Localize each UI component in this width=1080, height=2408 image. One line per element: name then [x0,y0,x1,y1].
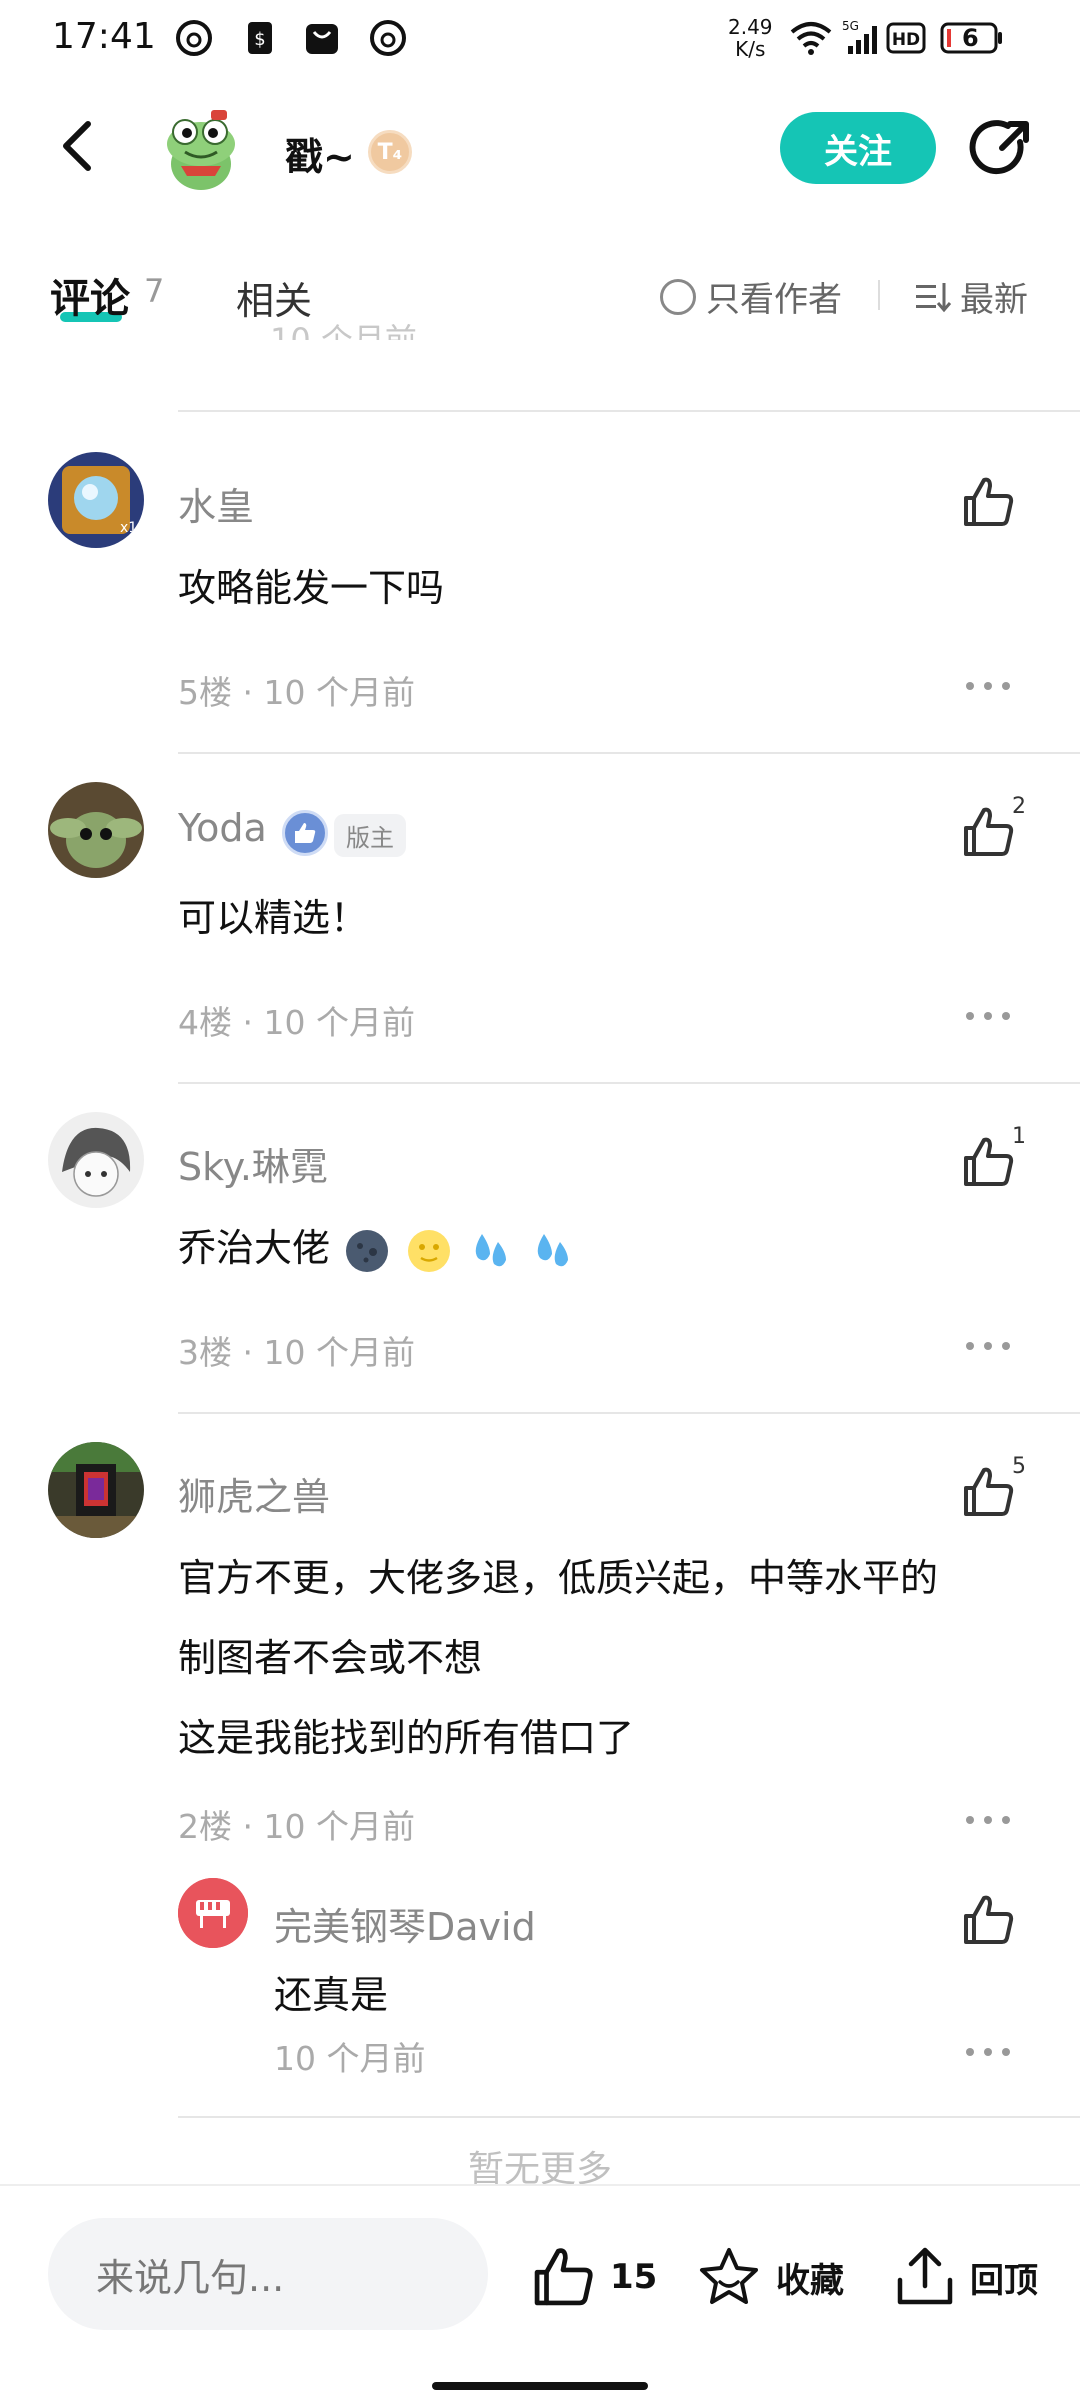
divider [178,410,1080,412]
sort-latest[interactable]: 最新 [914,272,1028,321]
comment-username[interactable]: Sky.琳霓 [178,1136,328,1191]
back-arrow-icon[interactable] [50,116,110,176]
svg-text:5G: 5G [842,19,859,33]
user-avatar[interactable] [48,782,144,878]
divider [178,752,1080,754]
author-avatar[interactable] [155,104,247,196]
speed-unit: K/s [735,37,766,61]
only-author-filter[interactable]: 只看作者 [660,272,842,321]
back-to-top-label: 回顶 [970,2260,1038,2301]
reply-more-options-icon[interactable] [966,2048,1010,2060]
author-name[interactable]: 戳~ [285,126,355,181]
status-bar: 17:41 $ 2.49 K/s 5G HD 6 [0,0,1080,80]
sort-label: 最新 [960,280,1028,320]
favorite-button[interactable]: 收藏 [696,2242,844,2312]
tab-comments-count: 7 [144,272,165,310]
comment-meta: 5楼 · 10 个月前 [178,673,415,712]
more-options-icon[interactable] [966,1816,1010,1828]
like-icon[interactable] [960,804,1016,860]
divider [178,1082,1080,1084]
new-moon-face-emoji-icon [346,1229,389,1272]
favorite-label: 收藏 [776,2260,844,2301]
netease-music-icon [176,20,212,56]
like-count: 5 [1012,1454,1026,1479]
reply-username[interactable]: 完美钢琴David [274,1896,536,1951]
thumbs-up-icon [534,2248,593,2306]
previous-comment-meta: 10 个月前 [270,321,417,340]
speed-value: 2.49 [728,15,773,39]
like-count: 1 [1012,1124,1026,1149]
network-speed: 2.49 K/s [728,16,773,60]
radio-circle-icon [660,278,696,315]
tab-comments[interactable]: 评论 [50,266,130,324]
bottom-action-bar: 来说几句... 15 收藏 回顶 [0,2184,1080,2334]
moderator-thumb-icon [282,810,328,856]
sweat-droplets-emoji-icon [538,1233,569,1266]
comment-text-line: 官方不更，大佬多退，低质兴起，中等水平的 [178,1556,939,1600]
reply-text: 还真是 [274,1973,389,2017]
home-indicator[interactable] [432,2382,648,2390]
sweat-droplets-emoji-icon [476,1233,507,1266]
hd-icon: HD [886,22,926,54]
svg-text:HD: HD [892,30,920,50]
only-author-label: 只看作者 [706,280,842,320]
comment-username[interactable]: 水皇 [178,476,254,531]
like-icon[interactable] [960,1134,1016,1190]
like-icon[interactable] [960,474,1016,530]
netease-music-icon [370,20,406,56]
wifi-icon [790,22,832,55]
more-options-icon[interactable] [966,1342,1010,1354]
comment-meta: 2楼 · 10 个月前 [178,1807,415,1846]
reply-user-avatar[interactable] [178,1878,248,1948]
more-options-icon[interactable] [966,1012,1010,1024]
comment-meta: 4楼 · 10 个月前 [178,1003,415,1042]
star-icon [700,2248,758,2304]
comment-text-line: 制图者不会或不想 [178,1636,483,1680]
like-post-button[interactable]: 15 [530,2242,657,2312]
level-badge: T₄ [368,130,412,174]
like-count: 2 [1012,794,1026,819]
comment-tabs: 评论 7 相关 只看作者 最新 [0,250,1080,340]
comment-username[interactable]: Yoda [178,806,267,850]
full-moon-face-emoji-icon [408,1229,451,1272]
shopping-bag-icon [306,24,338,54]
back-to-top-button[interactable]: 回顶 [894,2242,1038,2312]
reply-meta: 10 个月前 [274,2039,426,2078]
battery-level: 6 [962,24,979,52]
filter-separator [878,280,880,310]
share-icon[interactable] [968,116,1034,182]
svg-text:x1: x1 [120,520,137,536]
comment-username[interactable]: 狮虎之兽 [178,1466,330,1521]
comment-text: 可以精选！ [178,896,369,940]
comment-meta: 3楼 · 10 个月前 [178,1333,415,1372]
svg-text:$: $ [254,29,265,50]
like-icon[interactable] [960,1464,1016,1520]
comment-text-line: 这是我能找到的所有借口了 [178,1716,635,1760]
comment-text: 乔治大佬 [178,1208,578,1288]
user-avatar[interactable]: x1 [48,452,144,548]
reply-like-icon[interactable] [960,1892,1016,1948]
more-options-icon[interactable] [966,682,1010,694]
user-avatar[interactable] [48,1112,144,1208]
comment-input[interactable]: 来说几句... [48,2218,488,2330]
upload-arrow-icon [897,2247,953,2305]
comment-text-content: 乔治大佬 [178,1226,331,1270]
divider [178,2116,1080,2118]
divider [178,1412,1080,1414]
comment-text: 攻略能发一下吗 [178,566,445,610]
wallet-icon: $ [248,22,272,54]
moderator-badge: 版主 [334,814,406,857]
signal-5g-icon: 5G [842,19,877,54]
user-avatar[interactable] [48,1442,144,1538]
top-bar: 戳~ T₄ 关注 [0,90,1080,210]
like-post-count: 15 [610,2257,658,2297]
follow-button[interactable]: 关注 [780,112,936,184]
status-time: 17:41 [52,16,156,57]
sort-icon [916,282,952,312]
